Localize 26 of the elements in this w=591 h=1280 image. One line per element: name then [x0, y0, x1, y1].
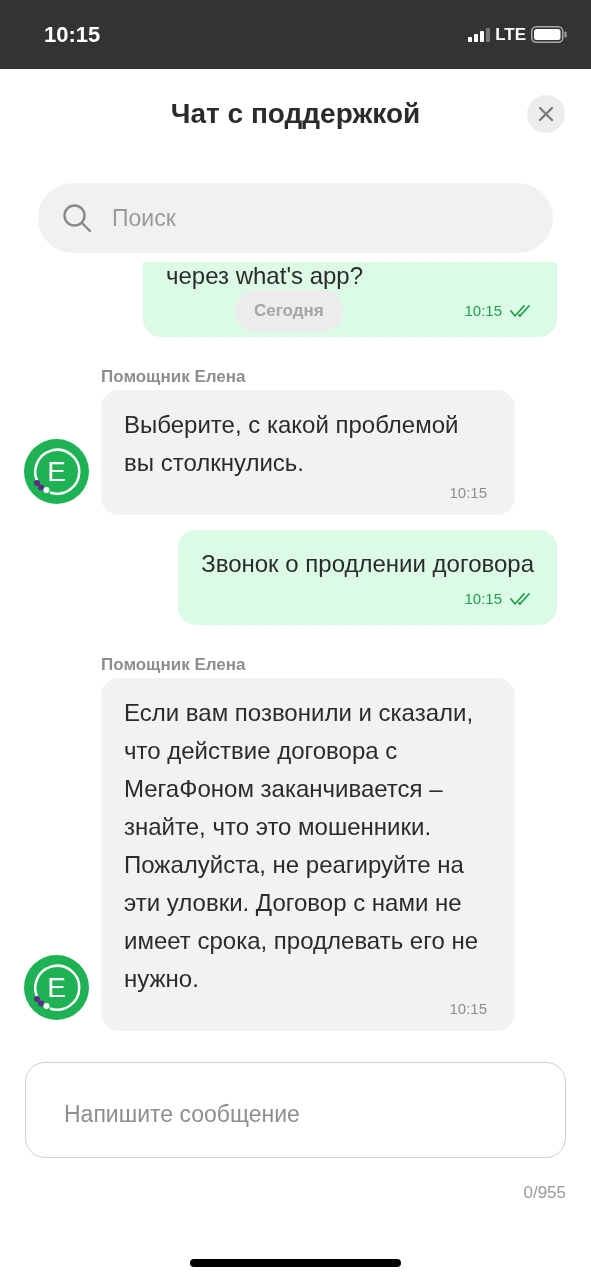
message-time: 10:15	[464, 301, 502, 321]
message-time: 10:15	[449, 998, 487, 1019]
sender-name: Помощник Елена	[101, 654, 247, 675]
message-text: Если вам позвонили и сказали, что действие договора с МегаФоном заканчивается – знайте, что это мошенники. Пожалуйста, не реагируйте на эти уловки. Договор с нами не имеет срока, продлевать его не нужно.	[124, 697, 480, 994]
search-input[interactable]: Поиск	[112, 200, 529, 236]
chat-title: Чат с поддержкой	[170, 97, 421, 131]
message-time: 10:15	[449, 482, 487, 503]
search-field[interactable]: Поиск	[38, 183, 553, 253]
message-time: 10:15	[464, 589, 502, 609]
message-text: через what's app?	[166, 262, 365, 291]
avatar-icon	[24, 955, 89, 1020]
clock-time: 10:15	[44, 21, 101, 49]
close-icon	[539, 107, 553, 121]
avatar-letter: E	[47, 454, 66, 489]
character-counter: 0/955	[523, 1182, 566, 1204]
avatar-icon	[24, 439, 89, 504]
sender-name: Помощник Елена	[101, 366, 247, 387]
avatar-letter: E	[47, 970, 66, 1005]
message-text: Звонок о продлении договора	[201, 549, 534, 579]
signal-icon	[468, 27, 491, 42]
close-button[interactable]	[527, 95, 565, 133]
network-label: LTE	[495, 23, 526, 46]
message-text: Выберите, с какой проблемой вы столкнулись.	[124, 409, 460, 478]
message-input[interactable]: Напишите сообщение	[25, 1062, 566, 1158]
search-icon	[62, 203, 92, 233]
battery-icon	[531, 26, 567, 43]
